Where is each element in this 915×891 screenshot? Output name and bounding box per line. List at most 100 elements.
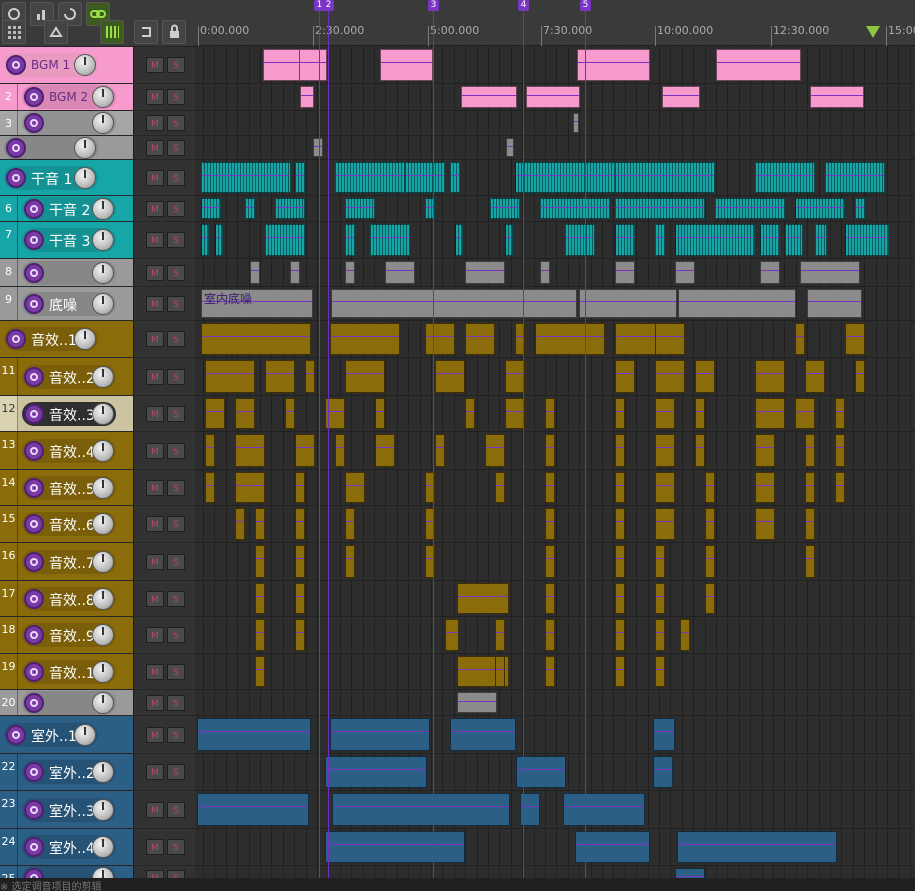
volume-envelope[interactable]: [296, 521, 304, 522]
volume-knob[interactable]: [92, 292, 114, 315]
audio-clip[interactable]: [235, 508, 245, 540]
volume-envelope[interactable]: [656, 484, 674, 486]
audio-clip[interactable]: [405, 162, 445, 193]
volume-envelope[interactable]: [836, 447, 844, 449]
volume-envelope[interactable]: [451, 174, 459, 176]
volume-envelope[interactable]: [466, 336, 494, 337]
volume-envelope[interactable]: [756, 484, 774, 486]
track-name-field[interactable]: 室外..3: [22, 797, 116, 822]
timeline[interactable]: 0:00.000 2:30.000 5:00.000 7:30.000 10:00.00…: [195, 0, 915, 891]
power-icon[interactable]: [24, 440, 44, 461]
volume-envelope[interactable]: [616, 270, 634, 272]
audio-clip[interactable]: [380, 49, 433, 81]
volume-envelope[interactable]: [296, 484, 304, 486]
audio-clip[interactable]: [655, 583, 665, 614]
volume-envelope[interactable]: [466, 270, 504, 272]
audio-clip[interactable]: [805, 434, 815, 467]
volume-envelope[interactable]: [507, 145, 513, 147]
audio-clip[interactable]: [795, 323, 805, 355]
audio-clip[interactable]: [450, 718, 516, 751]
volume-envelope[interactable]: [236, 447, 264, 449]
volume-envelope[interactable]: [696, 447, 704, 449]
volume-envelope[interactable]: [346, 270, 354, 272]
track-name-field[interactable]: 音效..9: [22, 623, 116, 647]
volume-envelope[interactable]: [314, 145, 322, 147]
audio-clip[interactable]: [805, 360, 825, 393]
audio-clip[interactable]: [299, 49, 327, 81]
volume-envelope[interactable]: [546, 668, 554, 670]
volume-envelope[interactable]: [331, 731, 429, 733]
audio-clip[interactable]: [795, 198, 845, 219]
audio-clip[interactable]: [295, 508, 305, 540]
track-header[interactable]: 9 底噪 M S: [0, 287, 195, 321]
volume-envelope[interactable]: [616, 174, 714, 176]
audio-clip[interactable]: [655, 656, 665, 687]
volume-envelope[interactable]: [706, 558, 714, 560]
audio-clip[interactable]: [615, 619, 625, 651]
power-icon[interactable]: [24, 799, 44, 820]
audio-clip[interactable]: [615, 261, 635, 284]
audio-clip[interactable]: [810, 86, 864, 108]
audio-clip[interactable]: [385, 261, 415, 284]
power-icon[interactable]: [24, 262, 44, 283]
volume-envelope[interactable]: [541, 206, 609, 208]
volume-knob[interactable]: [92, 624, 114, 646]
audio-clip[interactable]: [545, 434, 555, 467]
audio-clip[interactable]: [653, 718, 675, 751]
volume-knob[interactable]: [74, 328, 96, 350]
volume-knob[interactable]: [92, 660, 114, 683]
volume-envelope[interactable]: [574, 121, 578, 123]
audio-clip[interactable]: [695, 360, 715, 393]
audio-clip[interactable]: [785, 224, 803, 256]
solo-button[interactable]: S: [167, 590, 185, 607]
track-header[interactable]: 12 音效..3 M S: [0, 396, 195, 432]
audio-clip[interactable]: [675, 224, 755, 256]
track-name-field[interactable]: 音效..2: [22, 364, 116, 389]
track-header[interactable]: BGM 1 MS: [0, 47, 195, 84]
audio-clip[interactable]: [755, 360, 785, 393]
audio-clip[interactable]: [705, 583, 715, 614]
mute-button[interactable]: M: [146, 764, 164, 780]
volume-envelope[interactable]: [756, 410, 784, 412]
audio-clip[interactable]: [265, 360, 295, 393]
volume-envelope[interactable]: [246, 206, 254, 208]
track-name-field[interactable]: [22, 690, 116, 715]
volume-envelope[interactable]: [266, 373, 294, 375]
volume-envelope[interactable]: [456, 237, 462, 238]
volume-envelope[interactable]: [656, 632, 664, 633]
lasso-button[interactable]: [44, 20, 68, 44]
volume-envelope[interactable]: [756, 373, 784, 375]
volume-envelope[interactable]: [761, 237, 779, 238]
volume-envelope[interactable]: [198, 806, 308, 808]
audio-clip[interactable]: [235, 434, 265, 467]
power-icon[interactable]: [24, 837, 44, 857]
audio-clip[interactable]: [680, 619, 690, 651]
solo-button[interactable]: S: [167, 89, 185, 105]
audio-clip[interactable]: [201, 224, 209, 256]
solo-button[interactable]: S: [167, 516, 185, 532]
volume-envelope[interactable]: [326, 769, 426, 770]
power-icon[interactable]: [24, 403, 44, 424]
audio-clip[interactable]: [615, 472, 625, 503]
marker-line[interactable]: [523, 8, 524, 891]
volume-envelope[interactable]: [656, 237, 664, 238]
volume-envelope[interactable]: [616, 668, 624, 670]
audio-clip[interactable]: [325, 756, 427, 788]
audio-clip[interactable]: [235, 472, 265, 503]
marker-flag[interactable]: 5: [580, 0, 591, 11]
volume-knob[interactable]: [92, 513, 114, 535]
volume-envelope[interactable]: [811, 95, 863, 96]
audio-clip[interactable]: [695, 434, 705, 467]
audio-clip[interactable]: [255, 656, 265, 687]
marker-flag[interactable]: 2: [323, 0, 334, 11]
volume-envelope[interactable]: [198, 731, 310, 733]
volume-envelope[interactable]: [256, 632, 264, 633]
audio-clip[interactable]: [526, 86, 580, 108]
power-icon[interactable]: [6, 329, 26, 349]
audio-clip[interactable]: [345, 198, 375, 219]
track-name-field[interactable]: [22, 260, 116, 285]
volume-envelope[interactable]: [491, 206, 519, 208]
mute-button[interactable]: M: [146, 516, 164, 532]
audio-clip[interactable]: [295, 619, 305, 651]
audio-clip[interactable]: [575, 831, 650, 863]
